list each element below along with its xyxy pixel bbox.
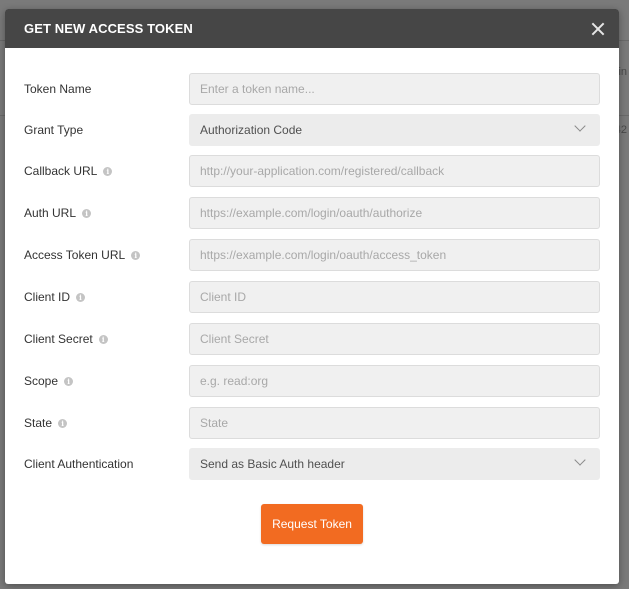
scope-field-box	[189, 365, 600, 397]
scope-row: Scope i	[5, 365, 619, 397]
client-id-input[interactable]	[190, 282, 599, 312]
client-secret-label: Client Secret i	[24, 323, 108, 355]
chevron-down-icon	[575, 122, 585, 132]
grant-type-label: Grant Type	[24, 114, 83, 146]
info-icon[interactable]: i	[131, 250, 141, 260]
token-name-field-box	[189, 73, 600, 105]
token-name-label-text: Token Name	[24, 82, 92, 96]
chevron-down-icon	[575, 456, 585, 466]
client-authentication-value: Send as Basic Auth header	[200, 457, 345, 471]
auth-url-label: Auth URL i	[24, 197, 92, 229]
access-token-url-label: Access Token URL i	[24, 239, 141, 271]
state-label-text: State	[24, 416, 53, 430]
callback-url-label-text: Callback URL	[24, 164, 98, 178]
client-id-label-text: Client ID	[24, 290, 71, 304]
access-token-url-label-text: Access Token URL	[24, 248, 126, 262]
client-id-label: Client ID i	[24, 281, 86, 313]
token-name-input[interactable]	[190, 74, 599, 104]
info-icon[interactable]: i	[58, 418, 68, 428]
client-secret-row: Client Secret i	[5, 323, 619, 355]
grant-type-row: Grant Type Authorization Code	[5, 114, 619, 146]
callback-url-field-box	[189, 155, 600, 187]
client-authentication-select[interactable]: Send as Basic Auth header	[189, 448, 600, 480]
info-icon[interactable]: i	[64, 376, 74, 386]
dialog-title: GET NEW ACCESS TOKEN	[24, 21, 193, 36]
dialog-header: GET NEW ACCESS TOKEN	[5, 9, 619, 48]
auth-url-input[interactable]	[190, 198, 599, 228]
info-icon[interactable]: i	[82, 208, 92, 218]
auth-url-field-box	[189, 197, 600, 229]
state-input[interactable]	[190, 408, 599, 438]
client-secret-label-text: Client Secret	[24, 332, 93, 346]
request-token-button[interactable]: Request Token	[261, 504, 363, 544]
client-secret-field-box	[189, 323, 600, 355]
grant-type-select[interactable]: Authorization Code	[189, 114, 600, 146]
client-id-row: Client ID i	[5, 281, 619, 313]
callback-url-label: Callback URL i	[24, 155, 113, 187]
state-row: State i	[5, 407, 619, 439]
grant-type-label-text: Grant Type	[24, 123, 84, 137]
info-icon[interactable]: i	[98, 334, 108, 344]
state-label: State i	[24, 407, 68, 439]
scope-input[interactable]	[190, 366, 599, 396]
access-token-dialog: GET NEW ACCESS TOKEN Token Name Grant Ty…	[5, 9, 619, 584]
access-token-url-field-box	[189, 239, 600, 271]
callback-url-input[interactable]	[190, 156, 599, 186]
close-icon[interactable]	[589, 20, 607, 38]
scope-label-text: Scope	[24, 374, 59, 388]
client-authentication-label-text: Client Authentication	[24, 457, 134, 471]
token-name-row: Token Name	[5, 73, 619, 105]
access-token-url-input[interactable]	[190, 240, 599, 270]
callback-url-row: Callback URL i	[5, 155, 619, 187]
auth-url-row: Auth URL i	[5, 197, 619, 229]
token-name-label: Token Name	[24, 73, 91, 105]
info-icon[interactable]: i	[103, 166, 113, 176]
grant-type-value: Authorization Code	[200, 123, 303, 137]
access-token-url-row: Access Token URL i	[5, 239, 619, 271]
scope-label: Scope i	[24, 365, 74, 397]
info-icon[interactable]: i	[76, 292, 86, 302]
background-text: in	[618, 66, 627, 78]
client-id-field-box	[189, 281, 600, 313]
client-authentication-row: Client Authentication Send as Basic Auth…	[5, 448, 619, 480]
client-secret-input[interactable]	[190, 324, 599, 354]
client-authentication-label: Client Authentication	[24, 448, 133, 480]
auth-url-label-text: Auth URL	[24, 206, 77, 220]
state-field-box	[189, 407, 600, 439]
